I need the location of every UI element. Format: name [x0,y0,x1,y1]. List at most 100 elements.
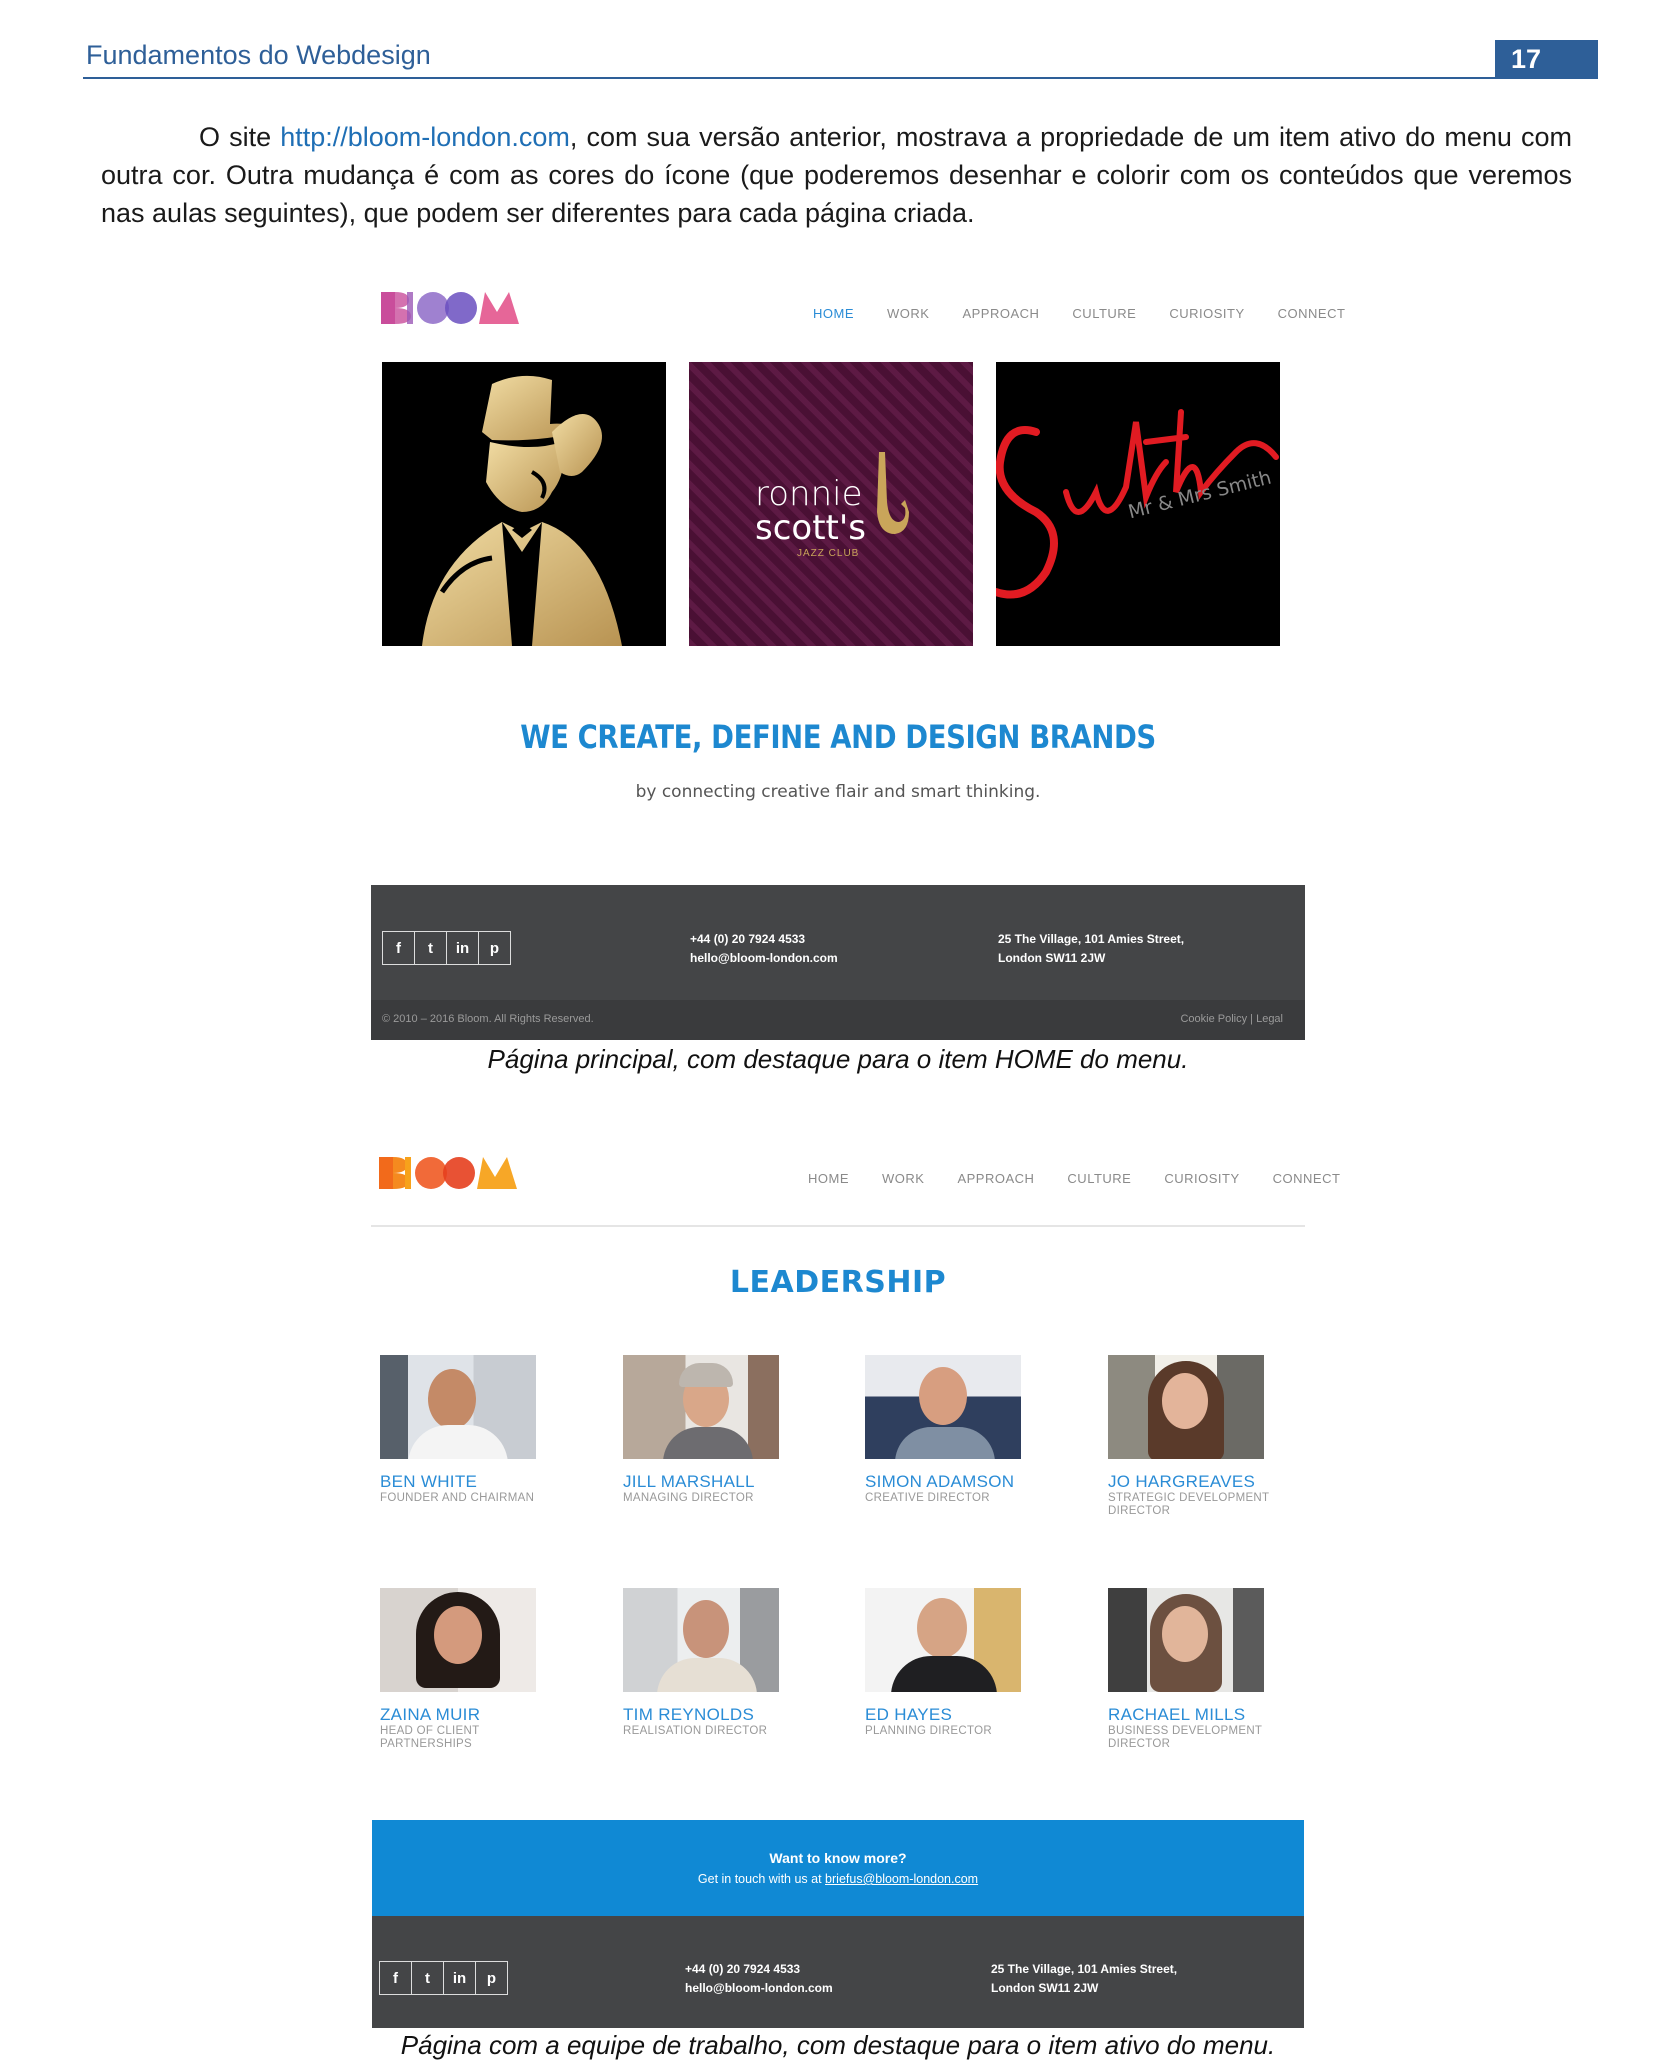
nav-culture[interactable]: CULTURE [1067,1171,1131,1186]
person-card[interactable]: RACHAEL MILLS BUSINESS DEVELOPMENT DIREC… [1108,1588,1308,1751]
person-name: BEN WHITE [380,1472,478,1491]
face-shape [917,1598,967,1658]
bloom-logo-orange[interactable] [379,1155,519,1195]
person-name: ZAINA MUIR [380,1705,481,1724]
footer-address: 25 The Village, 101 Amies Street, London… [991,1960,1177,1998]
bloom-logo[interactable] [381,290,521,330]
jazz-club-text: JAZZ CLUB [797,548,860,559]
person-name: TIM REYNOLDS [623,1705,755,1724]
person-photo [1108,1588,1264,1692]
person-card[interactable]: JILL MARSHALL MANAGING DIRECTOR [623,1355,823,1505]
nav-connect[interactable]: CONNECT [1278,306,1346,321]
intro-paragraph: O site http://bloom-london.com, com sua … [101,118,1572,232]
twitter-icon[interactable]: t [412,1962,444,1994]
banner-text-lead: Get in touch with us at [697,1872,826,1886]
person-name: RACHAEL MILLS [1108,1705,1246,1724]
person-photo [865,1355,1021,1459]
face-shape [1162,1373,1208,1429]
face-shape [434,1606,482,1664]
footer-address-line2: London SW11 2JW [998,951,1106,965]
nav-curiosity[interactable]: CURIOSITY [1164,1171,1239,1186]
person-card[interactable]: SIMON ADAMSON CREATIVE DIRECTOR [865,1355,1065,1505]
person-photo [380,1588,536,1692]
shirt-shape [657,1658,757,1692]
face-shape [1162,1606,1208,1662]
pinterest-icon[interactable]: p [476,1962,507,1994]
banner-text: Get in touch with us at briefus@bloom-lo… [372,1872,1304,1886]
nav-work[interactable]: WORK [887,306,929,321]
tile-ronnie-scotts[interactable]: ronnie scott's JAZZ CLUB [689,362,973,646]
footer-address-line1: 25 The Village, 101 Amies Street, [991,1962,1178,1976]
nav-connect[interactable]: CONNECT [1273,1171,1341,1186]
footer-phone[interactable]: +44 (0) 20 7924 4533 [690,930,838,949]
footer-phone[interactable]: +44 (0) 20 7924 4533 [685,1960,833,1979]
linkedin-icon[interactable]: in [447,932,479,964]
tile-mr-mrs-smith[interactable]: Mr & Mrs Smith [996,362,1280,646]
header-rule [83,77,1598,79]
shirt-shape [895,1427,995,1459]
person-name: SIMON ADAMSON [865,1472,1015,1491]
person-role: BUSINESS DEVELOPMENT DIRECTOR [1108,1725,1263,1750]
twitter-icon[interactable]: t [415,932,447,964]
social-links: f t in p [379,1961,508,1995]
footer-address-line2: London SW11 2JW [991,1981,1099,1995]
scotts-text: scott's [755,508,866,548]
person-name: ED HAYES [865,1705,953,1724]
header-divider [371,1225,1305,1227]
face-shape [428,1369,476,1429]
shirt-shape [891,1656,997,1692]
person-photo [623,1588,779,1692]
hero-subline: by connecting creative flair and smart t… [635,782,1041,802]
screenshot-home: HOME WORK APPROACH CULTURE CURIOSITY CON… [371,270,1345,1040]
pinterest-icon[interactable]: p [479,932,510,964]
bloom-link[interactable]: http://bloom-london.com [280,122,570,152]
site-footer: f t in p +44 (0) 20 7924 4533 hello@bloo… [371,885,1305,1040]
hero-headline: WE CREATE, DEFINE AND DESIGN BRANDS [520,718,1156,756]
person-name: JILL MARSHALL [623,1472,755,1491]
tile-gentleman[interactable] [382,362,666,646]
intro-text-1: O site [199,122,281,152]
person-role: PLANNING DIRECTOR [865,1725,992,1737]
linkedin-icon[interactable]: in [444,1962,476,1994]
footer-address: 25 The Village, 101 Amies Street, London… [998,930,1184,968]
person-photo [623,1355,779,1459]
person-role: STRATEGIC DEVELOPMENT DIRECTOR [1108,1492,1270,1517]
person-card[interactable]: ZAINA MUIR HEAD OF CLIENT PARTNERSHIPS [380,1588,580,1751]
person-name: JO HARGREAVES [1108,1472,1256,1491]
nav-home[interactable]: HOME [813,306,854,321]
nav-approach[interactable]: APPROACH [957,1171,1034,1186]
nav-work[interactable]: WORK [882,1171,924,1186]
screenshot-leadership: HOME WORK APPROACH CULTURE CURIOSITY CON… [371,1133,1340,2028]
leadership-title: LEADERSHIP [729,1265,947,1300]
person-card[interactable]: JO HARGREAVES STRATEGIC DEVELOPMENT DIRE… [1108,1355,1308,1518]
footer-email[interactable]: hello@bloom-london.com [685,1979,833,1998]
hair-shape [679,1363,733,1387]
banner-email-link[interactable]: briefus@bloom-london.com [825,1872,978,1886]
nav-home[interactable]: HOME [808,1171,849,1186]
facebook-icon[interactable]: f [380,1962,412,1994]
main-nav: HOME WORK APPROACH CULTURE CURIOSITY CON… [813,306,1345,321]
nav-approach[interactable]: APPROACH [962,306,1039,321]
shirt-shape [408,1425,508,1459]
main-nav-2: HOME WORK APPROACH CULTURE CURIOSITY CON… [808,1171,1340,1186]
nav-culture[interactable]: CULTURE [1072,306,1136,321]
person-role: FOUNDER AND CHAIRMAN [380,1492,535,1504]
footer-address-line1: 25 The Village, 101 Amies Street, [998,932,1185,946]
copyright-text: © 2010 – 2016 Bloom. All Rights Reserved… [382,1013,594,1025]
page-number: 17 [1495,40,1598,78]
legal-links[interactable]: Cookie Policy | Legal [1180,1013,1283,1025]
nav-curiosity[interactable]: CURIOSITY [1169,306,1244,321]
site-footer-2: f t in p +44 (0) 20 7924 4533 hello@bloo… [372,1916,1304,2028]
person-photo [865,1588,1021,1692]
person-card[interactable]: ED HAYES PLANNING DIRECTOR [865,1588,1065,1738]
person-role: CREATIVE DIRECTOR [865,1492,990,1504]
footer-email[interactable]: hello@bloom-london.com [690,949,838,968]
person-photo [1108,1355,1264,1459]
caption-leadership: Página com a equipe de trabalho, com des… [400,2030,1276,2060]
shirt-shape [663,1427,753,1459]
footer-bottom-bar: © 2010 – 2016 Bloom. All Rights Reserved… [371,1000,1305,1040]
facebook-icon[interactable]: f [383,932,415,964]
face-shape [919,1367,967,1425]
person-card[interactable]: TIM REYNOLDS REALISATION DIRECTOR [623,1588,823,1738]
person-card[interactable]: BEN WHITE FOUNDER AND CHAIRMAN [380,1355,580,1505]
